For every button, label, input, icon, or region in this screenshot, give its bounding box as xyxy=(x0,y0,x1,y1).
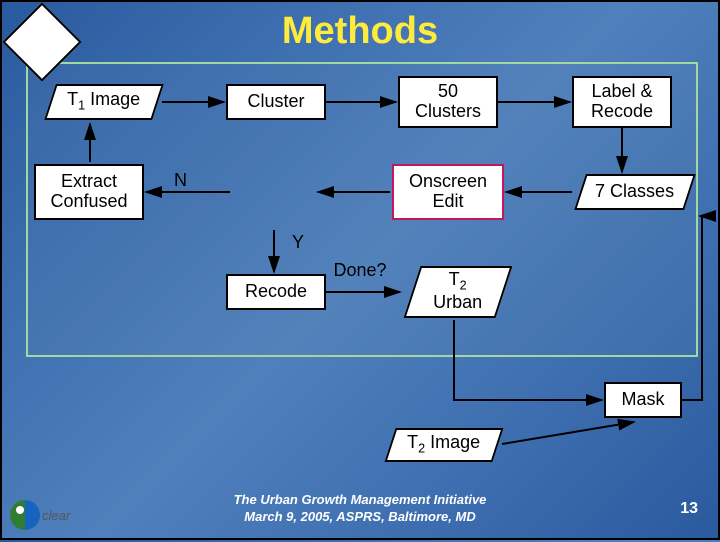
node-recode: Recode xyxy=(226,274,326,310)
node-t2-image: T2 Image xyxy=(384,428,503,462)
edge-label-yes: Y xyxy=(292,232,304,253)
node-label: Done? xyxy=(0,2,720,538)
node-t2-urban: T2Urban xyxy=(404,266,513,318)
logo-text: clear xyxy=(42,508,70,523)
node-label: T2Urban xyxy=(433,269,482,312)
node-mask: Mask xyxy=(604,382,682,418)
node-7-classes: 7 Classes xyxy=(574,174,696,210)
node-label: 7 Classes xyxy=(595,181,674,201)
node-label: Mask xyxy=(621,390,664,410)
page-number: 13 xyxy=(680,500,698,518)
footer-line1: The Urban Growth Management Initiative xyxy=(2,492,718,509)
logo-icon xyxy=(10,500,40,530)
logo: clear xyxy=(10,500,70,530)
footer-line2: March 9, 2005, ASPRS, Baltimore, MD xyxy=(2,509,718,526)
node-onscreen-edit: Onscreen Edit xyxy=(392,164,504,220)
node-label: Recode xyxy=(245,282,307,302)
node-done: Done? xyxy=(2,57,82,137)
node-label: T2 Image xyxy=(407,432,480,452)
footer: The Urban Growth Management Initiative M… xyxy=(2,492,718,526)
node-label: Onscreen Edit xyxy=(402,172,494,212)
edge-label-no: N xyxy=(174,170,187,191)
